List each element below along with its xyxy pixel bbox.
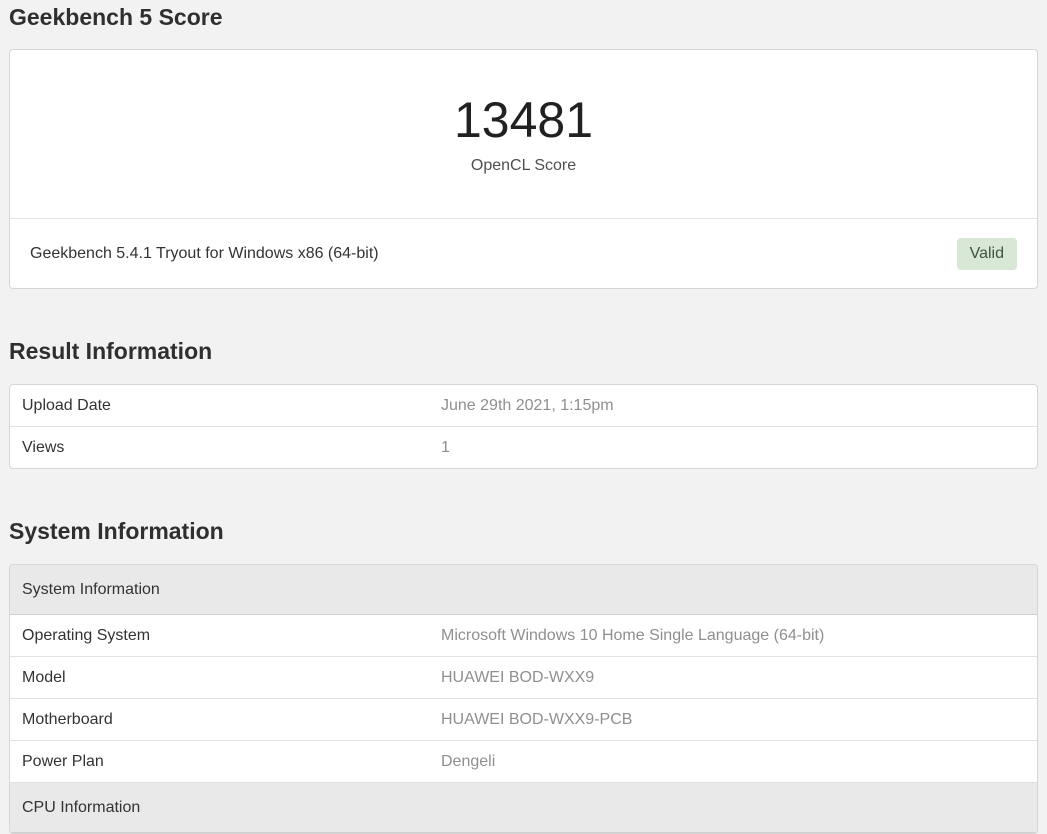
- system-information-table: System Information Operating System Micr…: [10, 565, 1037, 833]
- table-row-model: Model HUAWEI BOD-WXX9: [10, 656, 1037, 698]
- section-header-label: CPU Information: [10, 782, 1037, 833]
- benchmark-version-label: Geekbench 5.4.1 Tryout for Windows x86 (…: [30, 245, 379, 263]
- result-information-card: Upload Date June 29th 2021, 1:15pm Views…: [9, 384, 1038, 469]
- section-header-row-system: System Information: [10, 565, 1037, 615]
- row-label: Power Plan: [10, 740, 429, 782]
- table-row-power-plan: Power Plan Dengeli: [10, 740, 1037, 782]
- section-header-label: System Information: [10, 565, 1037, 615]
- system-information-title: System Information: [9, 517, 1038, 545]
- result-information-table: Upload Date June 29th 2021, 1:15pm Views…: [10, 385, 1037, 468]
- score-type-label: OpenCL Score: [471, 157, 576, 175]
- row-value: 1: [429, 426, 1037, 468]
- page-title: Geekbench 5 Score: [9, 3, 1038, 31]
- valid-status-badge: Valid: [957, 238, 1017, 270]
- score-display: 13481 OpenCL Score: [10, 50, 1037, 218]
- row-value: HUAWEI BOD-WXX9: [429, 656, 1037, 698]
- result-information-title: Result Information: [9, 337, 1038, 365]
- table-row-views: Views 1: [10, 426, 1037, 468]
- row-label: Views: [10, 426, 429, 468]
- row-label: Model: [10, 656, 429, 698]
- table-row-motherboard: Motherboard HUAWEI BOD-WXX9-PCB: [10, 698, 1037, 740]
- row-value: June 29th 2021, 1:15pm: [429, 385, 1037, 426]
- score-card: 13481 OpenCL Score Geekbench 5.4.1 Tryou…: [9, 49, 1038, 289]
- row-label: Motherboard: [10, 698, 429, 740]
- table-row-operating-system: Operating System Microsoft Windows 10 Ho…: [10, 615, 1037, 656]
- system-information-card: System Information Operating System Micr…: [9, 564, 1038, 834]
- section-header-row-cpu: CPU Information: [10, 782, 1037, 833]
- score-value: 13481: [454, 93, 593, 148]
- row-value: Dengeli: [429, 740, 1037, 782]
- row-label: Operating System: [10, 615, 429, 656]
- row-label: Upload Date: [10, 385, 429, 426]
- row-value: Microsoft Windows 10 Home Single Languag…: [429, 615, 1037, 656]
- geekbench-result-page: Geekbench 5 Score 13481 OpenCL Score Gee…: [0, 3, 1047, 834]
- row-value: HUAWEI BOD-WXX9-PCB: [429, 698, 1037, 740]
- benchmark-row: Geekbench 5.4.1 Tryout for Windows x86 (…: [10, 218, 1037, 288]
- table-row-upload-date: Upload Date June 29th 2021, 1:15pm: [10, 385, 1037, 426]
